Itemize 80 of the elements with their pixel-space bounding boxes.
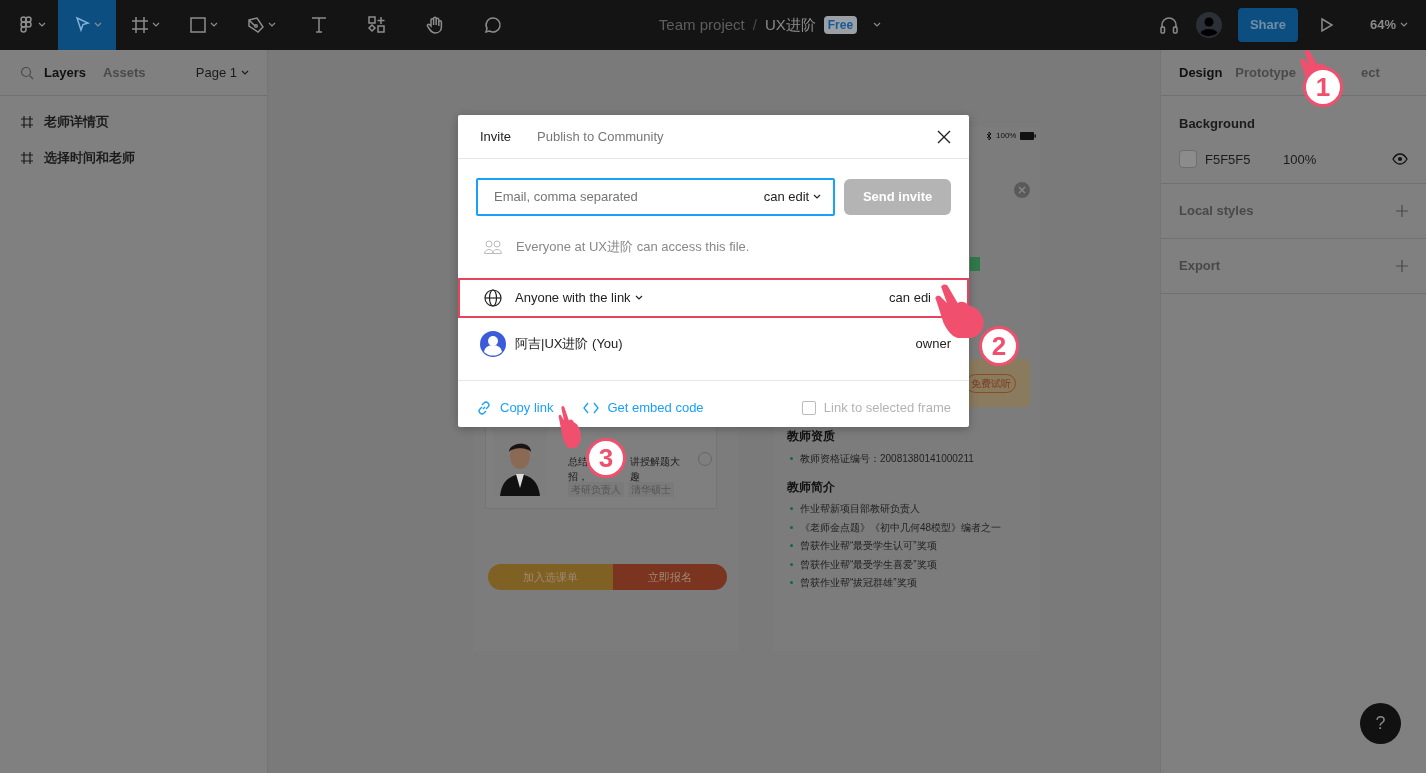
plan-label: Free <box>823 16 858 34</box>
opacity-value[interactable]: 100% <box>1283 149 1317 169</box>
section-title: Background <box>1179 115 1256 133</box>
link-permission[interactable]: can edi <box>889 288 931 308</box>
globe-icon <box>484 289 502 307</box>
layer-name[interactable]: 老师详情页 <box>44 112 109 132</box>
bullet-dot <box>790 507 793 511</box>
status-tag <box>970 257 980 271</box>
hand-icon <box>425 15 445 35</box>
frame-icon <box>130 15 150 35</box>
bullet-dot <box>790 525 793 529</box>
color-value[interactable]: F5F5F5 <box>1205 149 1283 169</box>
pointing-hand-icon <box>558 404 582 448</box>
avatar-icon <box>480 331 506 357</box>
pen-icon <box>246 15 266 35</box>
battery-level: 100% <box>996 130 1017 142</box>
section-heading: 教师简介 <box>787 478 836 496</box>
page-menu[interactable]: Page 1 <box>195 62 249 83</box>
frame-button[interactable]: 立即报名 <box>613 564 727 590</box>
member-role: owner <box>915 335 951 354</box>
plus-icon[interactable] <box>1396 260 1408 272</box>
resources-icon <box>367 15 387 35</box>
bullet-dot <box>790 581 793 585</box>
link-access-menu[interactable]: Anyone with the link <box>515 288 643 308</box>
cursor-tool[interactable] <box>58 0 116 50</box>
access-notice: Everyone at UX进阶 can access this file. <box>516 238 750 257</box>
share-button[interactable]: Share <box>1237 8 1298 42</box>
list-item-text: 教师资格证编号：20081380141000211 <box>800 451 974 466</box>
zoom-menu[interactable]: 64% <box>1363 14 1414 36</box>
frame-icon <box>20 115 34 129</box>
list-item-text: 曾获作业帮“最受学生认可”奖项 <box>800 539 937 554</box>
bluetooth-icon <box>986 131 992 141</box>
caret-icon <box>241 69 249 76</box>
comment-icon <box>483 15 503 35</box>
search-icon[interactable] <box>20 65 34 80</box>
people-icon <box>484 240 502 254</box>
description-text: 趣 <box>630 470 640 484</box>
permission-menu[interactable]: can edit <box>763 187 822 207</box>
dialog-tab[interactable]: Invite <box>480 126 512 147</box>
eye-icon[interactable] <box>1392 153 1408 166</box>
embed-code-link[interactable]: Get embed code <box>583 397 704 418</box>
bullet-dot <box>790 562 793 566</box>
code-icon <box>583 401 600 414</box>
list-item-text: 曾获作业帮“最受学生喜爱”奖项 <box>800 557 937 572</box>
rectangle-icon <box>188 15 208 35</box>
checkbox[interactable] <box>801 400 816 415</box>
section-title: Local styles <box>1179 202 1254 221</box>
layer-name[interactable]: 选择时间和老师 <box>44 148 135 168</box>
pointing-hand-icon <box>934 282 986 338</box>
project-name: Team project <box>658 14 745 35</box>
member-name: 阿吉|UX进阶 (You) <box>515 335 623 354</box>
close-icon[interactable] <box>937 129 951 144</box>
bullet-dot <box>790 544 793 548</box>
path-separator: / <box>752 14 757 35</box>
battery-icon <box>1020 132 1037 140</box>
panel-tab[interactable]: Layers <box>44 62 86 83</box>
bullet-dot <box>790 456 793 460</box>
color-swatch[interactable] <box>1179 150 1197 169</box>
caret-icon <box>813 194 822 200</box>
file-menu-caret[interactable] <box>873 22 882 28</box>
caret-icon <box>634 295 643 301</box>
section-title: Export <box>1179 257 1221 276</box>
link-icon <box>476 399 492 416</box>
description-text: 招， <box>568 470 588 484</box>
caret-icon <box>1400 22 1408 28</box>
panel-tab[interactable]: Design <box>1179 62 1223 83</box>
email-field[interactable]: Email, comma separated can edit <box>476 178 836 216</box>
headphones-icon[interactable] <box>1157 14 1180 36</box>
text-icon <box>309 15 329 35</box>
description-text: 讲授解题大 <box>630 455 680 469</box>
list-item-text: 曾获作业帮“拔冠群雄”奖项 <box>800 576 917 591</box>
checkbox-label: Link to selected frame <box>823 398 951 417</box>
copy-link-link[interactable]: Copy link <box>476 397 554 418</box>
description-text: 总结 <box>568 455 588 469</box>
dialog-tab[interactable]: Publish to Community <box>537 126 664 147</box>
frame-icon <box>20 151 34 165</box>
section-heading: 教师资质 <box>787 428 836 445</box>
file-name: UX进阶 <box>764 14 816 35</box>
list-item-text: 作业帮新项目部教研负责人 <box>800 502 920 517</box>
plus-icon[interactable] <box>1396 205 1408 217</box>
